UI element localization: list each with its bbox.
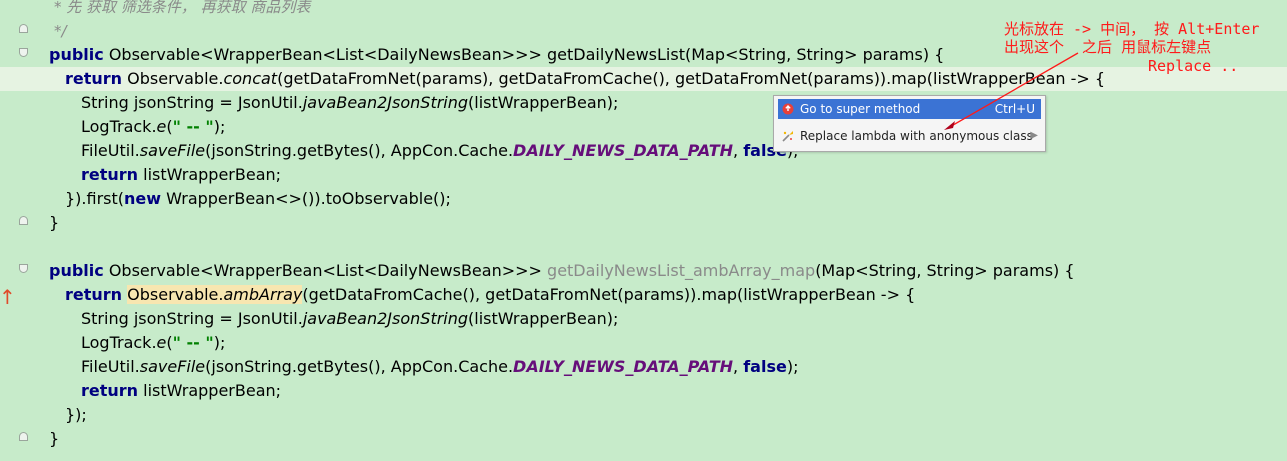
annotation-arrow <box>944 52 1079 130</box>
